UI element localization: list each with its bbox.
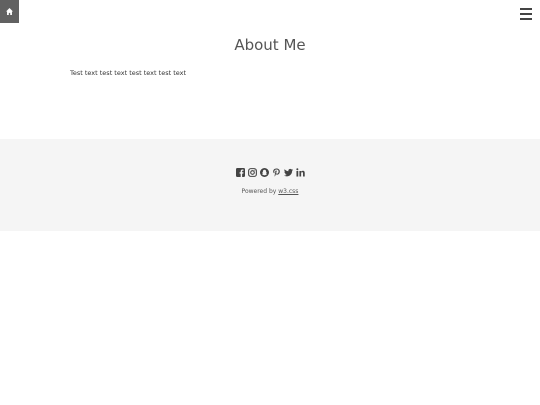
w3css-link[interactable]: w3.css [278,188,298,195]
pinterest-icon[interactable] [272,168,281,177]
powered-by-text: Powered by w3.css [0,188,540,195]
hamburger-menu-icon[interactable] [520,8,532,20]
body-text: Test text test text test text test text [70,69,187,77]
twitter-icon[interactable] [283,168,293,177]
home-button[interactable] [0,0,19,23]
snapchat-icon[interactable] [259,168,269,177]
powered-by-prefix: Powered by [241,188,277,195]
menu-bar-line [520,13,532,15]
home-icon [6,8,13,15]
social-icons [0,168,540,177]
menu-bar-line [520,8,532,10]
menu-bar-line [520,18,532,20]
footer: Powered by w3.css [0,139,540,231]
top-bar [0,0,540,23]
facebook-icon[interactable] [235,168,245,177]
linkedin-icon[interactable] [295,168,305,177]
instagram-icon[interactable] [247,168,257,177]
main-content: About Me Test text test text test text t… [0,23,540,139]
page-title: About Me [234,36,306,54]
